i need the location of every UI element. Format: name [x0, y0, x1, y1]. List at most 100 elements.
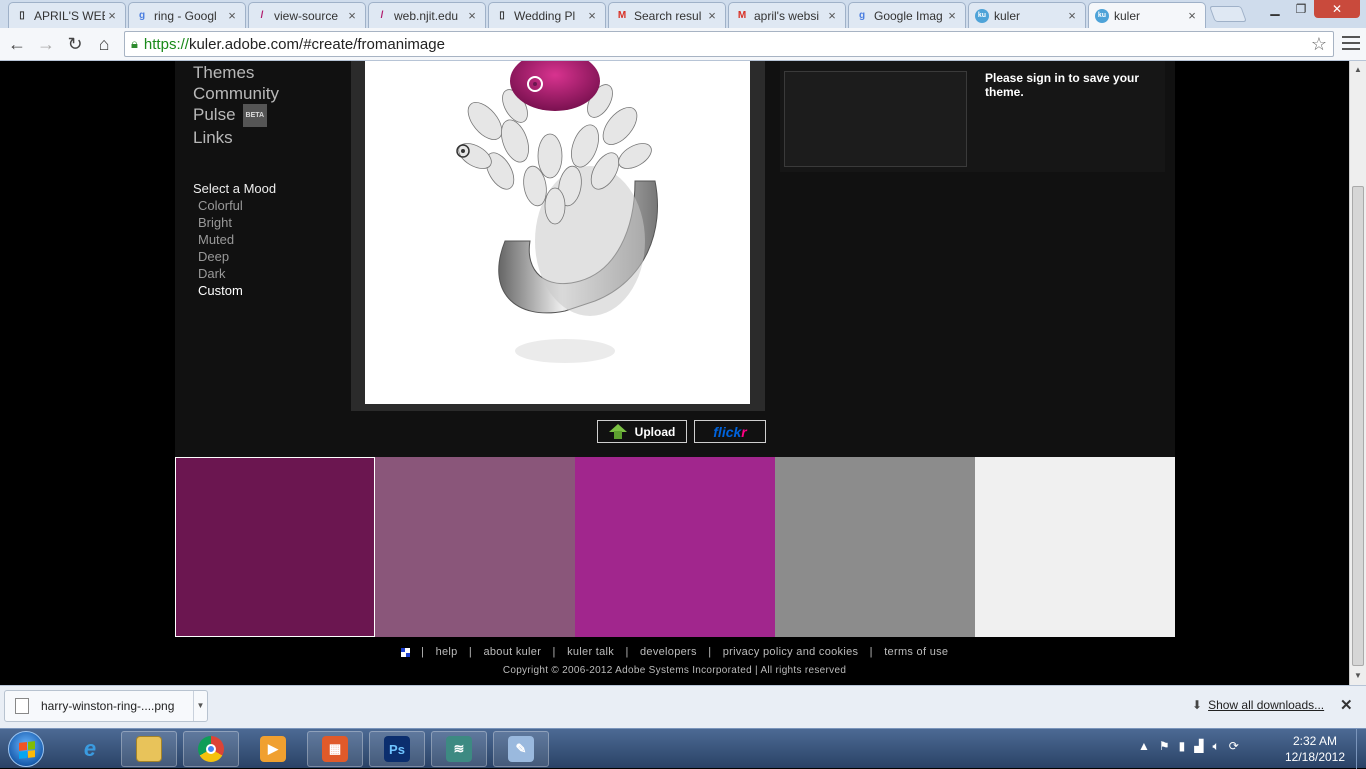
lock-icon: 🔒︎ — [131, 36, 138, 51]
start-button[interactable] — [8, 731, 44, 767]
tab-title: Search resul — [634, 8, 702, 23]
tab-kuler-active[interactable]: ku kuler × — [1088, 2, 1206, 28]
tab-view-source[interactable]: / view-source × — [248, 2, 366, 28]
swatch-3[interactable] — [575, 457, 775, 637]
mood-muted[interactable]: Muted — [198, 231, 243, 248]
tab-kuler[interactable]: ku kuler × — [968, 2, 1086, 28]
download-arrow-icon: ⬇ — [1192, 698, 1203, 712]
nav-themes[interactable]: Themes — [193, 62, 353, 83]
explorer-taskbar-button[interactable] — [121, 731, 177, 767]
upload-button[interactable]: Upload — [597, 420, 687, 443]
feather-icon: / — [260, 10, 264, 21]
vertical-scrollbar[interactable]: ▲ ▼ — [1349, 61, 1366, 685]
close-icon[interactable]: × — [945, 8, 959, 23]
home-button[interactable]: ⌂ — [92, 32, 116, 56]
new-tab-button[interactable] — [1209, 6, 1247, 22]
chrome-taskbar-button[interactable] — [183, 731, 239, 767]
maximize-button[interactable]: ❐ — [1288, 0, 1314, 18]
close-icon[interactable]: × — [705, 8, 719, 23]
bookmark-star-icon[interactable]: ☆ — [1311, 34, 1327, 55]
address-bar[interactable]: 🔒︎ https:// kuler.adobe.com/#create/from… — [124, 31, 1334, 57]
mood-colorful[interactable]: Colorful — [198, 197, 243, 214]
scroll-up-icon[interactable]: ▲ — [1350, 63, 1366, 77]
close-icon[interactable]: × — [465, 8, 479, 23]
nav-links[interactable]: Links — [193, 127, 353, 148]
chrome-icon — [198, 736, 224, 762]
close-icon[interactable]: × — [345, 8, 359, 23]
ie-taskbar-button[interactable]: e — [62, 731, 118, 767]
mood-bright[interactable]: Bright — [198, 214, 243, 231]
close-icon[interactable]: × — [585, 8, 599, 23]
copyright: Copyright © 2006-2012 Adobe Systems Inco… — [502, 665, 847, 676]
footer-privacy[interactable]: privacy policy and cookies — [723, 646, 859, 658]
menu-icon[interactable] — [1342, 34, 1360, 52]
file-icon — [15, 698, 29, 714]
footer-help[interactable]: help — [436, 646, 458, 658]
swatch-1[interactable] — [175, 457, 375, 637]
swatch-5[interactable] — [975, 457, 1175, 637]
scroll-down-icon[interactable]: ▼ — [1350, 669, 1366, 683]
show-desktop-button[interactable] — [1356, 729, 1366, 769]
tab-search-results[interactable]: M Search resul × — [608, 2, 726, 28]
show-all-downloads[interactable]: ⬇ Show all downloads... — [1192, 698, 1324, 712]
document-icon: ▯ — [19, 10, 25, 21]
url-text: kuler.adobe.com/#create/fromanimage — [188, 35, 445, 53]
photoshop-taskbar-button[interactable]: Ps — [369, 731, 425, 767]
scroll-thumb[interactable] — [1352, 186, 1364, 666]
close-icon[interactable]: × — [105, 8, 119, 23]
forward-button[interactable]: → — [34, 32, 58, 56]
paint-taskbar-button[interactable]: ✎ — [493, 731, 549, 767]
mood-dark[interactable]: Dark — [198, 265, 243, 282]
tab-title: Wedding Pl — [514, 8, 576, 23]
mood-custom[interactable]: Custom — [198, 282, 243, 299]
chevron-down-icon[interactable]: ▼ — [193, 691, 207, 721]
main-nav: Themes Community Pulse BETA Links — [193, 61, 353, 148]
show-all-label: Show all downloads... — [1208, 698, 1325, 712]
flickr-logo-part1: flick — [713, 423, 742, 440]
action-center-icon[interactable]: ⚑ — [1159, 739, 1170, 754]
signin-message[interactable]: Please sign in to save your theme. — [985, 71, 1175, 99]
swatch-4[interactable] — [775, 457, 975, 637]
app-taskbar-button[interactable]: ▦ — [307, 731, 363, 767]
back-button[interactable]: ← — [5, 32, 29, 56]
mood-deep[interactable]: Deep — [198, 248, 243, 265]
volume-icon[interactable]: 🔈︎ — [1213, 739, 1220, 754]
tab-google-images[interactable]: g Google Imag × — [848, 2, 966, 28]
clock[interactable]: 2:32 AM 12/18/2012 — [1280, 733, 1350, 765]
footer-kuler-talk[interactable]: kuler talk — [567, 646, 614, 658]
kuler-icon: ku — [1095, 8, 1109, 23]
tab-aprils-web[interactable]: ▯ APRIL'S WEB × — [8, 2, 126, 28]
tab-web-njit[interactable]: / web.njit.edu × — [368, 2, 486, 28]
nav-pulse[interactable]: Pulse BETA — [193, 104, 353, 128]
tab-ring-google[interactable]: g ring - Googl × — [128, 2, 246, 28]
beta-badge: BETA — [242, 104, 268, 128]
close-icon[interactable]: ✕ — [1340, 696, 1353, 714]
close-icon[interactable]: × — [1065, 8, 1079, 23]
network-icon[interactable]: ▟ — [1194, 739, 1203, 754]
minimize-button[interactable]: ▁ — [1262, 0, 1288, 18]
dreamweaver-taskbar-button[interactable]: ≋ — [431, 731, 487, 767]
nav-pulse-label: Pulse — [193, 105, 236, 124]
nav-community[interactable]: Community — [193, 83, 353, 104]
tab-aprils-website[interactable]: M april's websi × — [728, 2, 846, 28]
close-icon[interactable]: × — [225, 8, 239, 23]
download-item[interactable]: harry-winston-ring-....png ▼ — [4, 690, 208, 722]
sync-icon[interactable]: ⟳ — [1229, 739, 1239, 754]
reload-button[interactable]: ↻ — [63, 32, 87, 56]
document-icon: ▯ — [499, 10, 505, 21]
media-player-taskbar-button[interactable]: ▶ — [245, 731, 301, 767]
footer-about[interactable]: about kuler — [483, 646, 541, 658]
battery-icon[interactable]: ▮ — [1179, 739, 1186, 754]
source-image[interactable] — [365, 61, 750, 404]
flickr-button[interactable]: flick r — [694, 420, 766, 443]
close-icon[interactable]: × — [1185, 8, 1199, 23]
swatch-2[interactable] — [375, 457, 575, 637]
footer-terms[interactable]: terms of use — [884, 646, 948, 658]
footer-developers[interactable]: developers — [640, 646, 697, 658]
kuler-content: Themes Community Pulse BETA Links Select … — [175, 61, 1175, 457]
close-icon[interactable]: × — [825, 8, 839, 23]
show-hidden-icons-icon[interactable]: ▲ — [1138, 739, 1150, 754]
gmail-icon: M — [737, 10, 747, 21]
tab-wedding[interactable]: ▯ Wedding Pl × — [488, 2, 606, 28]
window-close-button[interactable]: ✕ — [1314, 0, 1360, 18]
